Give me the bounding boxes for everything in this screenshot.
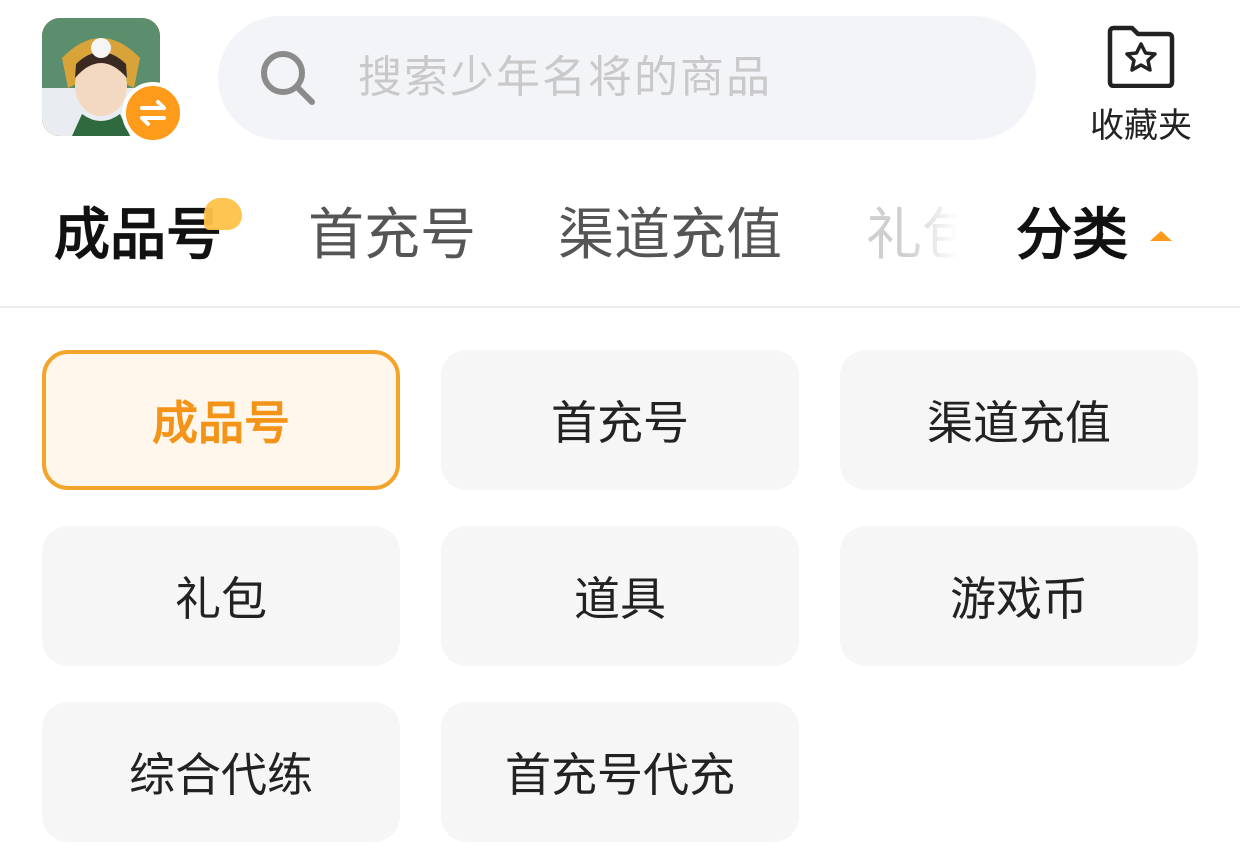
category-grid: 成品号 首充号 渠道充值 礼包 道具 游戏币 综合代练 首充号代充 (42, 350, 1202, 842)
category-option-items[interactable]: 道具 (441, 526, 799, 666)
tab-bar: 成品号 首充号 渠道充值 礼包 分类 (0, 170, 1240, 308)
favorites-label: 收藏夹 (1090, 106, 1192, 146)
tab-finished-account[interactable]: 成品号 (54, 200, 222, 272)
favorites-button[interactable]: 收藏夹 (1086, 22, 1196, 146)
category-option-channel-recharge[interactable]: 渠道充值 (840, 350, 1198, 490)
tab-first-charge-account[interactable]: 首充号 (308, 200, 476, 272)
category-option-first-charge-proxy[interactable]: 首充号代充 (441, 702, 799, 842)
hot-badge-icon (204, 198, 242, 230)
category-option-first-charge-account[interactable]: 首充号 (441, 350, 799, 490)
category-option-gift-pack[interactable]: 礼包 (42, 526, 400, 666)
trade-icon (122, 82, 184, 144)
tab-gift-pack[interactable]: 礼包 (866, 200, 958, 272)
search-placeholder: 搜索少年名将的商品 (358, 52, 772, 103)
header: 搜索少年名将的商品 收藏夹 (0, 0, 1240, 160)
tab-channel-recharge[interactable]: 渠道充值 (558, 200, 782, 272)
category-toggle[interactable]: 分类 (1016, 200, 1172, 272)
search-input[interactable]: 搜索少年名将的商品 (218, 16, 1036, 140)
search-icon (261, 51, 315, 105)
category-option-finished-account[interactable]: 成品号 (42, 350, 400, 490)
star-folder-icon (1107, 25, 1175, 88)
caret-up-icon (1150, 231, 1172, 241)
category-option-game-currency[interactable]: 游戏币 (840, 526, 1198, 666)
category-label: 分类 (1016, 203, 1128, 268)
category-option-boosting[interactable]: 综合代练 (42, 702, 400, 842)
